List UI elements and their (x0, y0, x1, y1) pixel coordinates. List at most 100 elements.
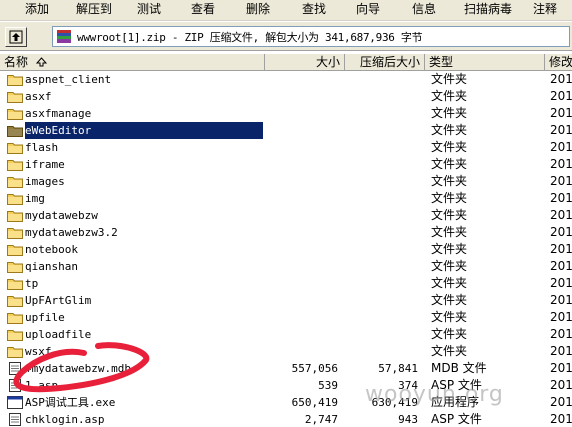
column-name[interactable]: 名称 (0, 54, 265, 71)
file-size (265, 122, 338, 139)
file-name: uploadfile (25, 328, 92, 341)
test-button[interactable]: 测试 (137, 0, 161, 20)
file-size (265, 156, 338, 173)
file-modified: 2014 (550, 191, 572, 205)
file-row[interactable]: tp 文件夹 2015 (0, 275, 572, 292)
file-row[interactable]: iframe 文件夹 2014 (0, 156, 572, 173)
file-type: 文件夹 (431, 225, 468, 239)
up-arrow-icon (9, 30, 23, 44)
file-modified: 2014 (550, 327, 572, 341)
column-modified[interactable]: 修改 (545, 54, 572, 71)
file-modified: 2015 (550, 276, 572, 290)
file-compressed-size (345, 343, 418, 360)
file-row[interactable]: asxf 文件夹 2014 (0, 88, 572, 105)
file-list: aspnet_client文件夹2014asxf文件夹2014asxfmanag… (0, 71, 572, 427)
file-modified: 2014 (550, 106, 572, 120)
folder-icon (7, 347, 23, 358)
file-type: 文件夹 (431, 140, 468, 154)
file-icon (9, 362, 21, 375)
up-folder-button[interactable] (5, 27, 27, 47)
file-size (265, 309, 338, 326)
file-size (265, 207, 338, 224)
file-row[interactable]: mydatawebzw3.2 文件夹 2014 (0, 224, 572, 241)
file-row[interactable]: wsxf 文件夹 2014 (0, 343, 572, 360)
delete-button[interactable]: 删除 (246, 0, 270, 20)
file-modified: 2014 (550, 157, 572, 171)
file-type: 文件夹 (431, 72, 468, 86)
add-button[interactable]: 添加 (25, 0, 49, 20)
info-button[interactable]: 信息 (412, 0, 436, 20)
file-row[interactable]: upfile 文件夹 2015 (0, 309, 572, 326)
file-name: mydatawebzw (25, 209, 98, 222)
file-row[interactable]: mydatawebzw 文件夹 2015 (0, 207, 572, 224)
file-compressed-size (345, 190, 418, 207)
wizard-button[interactable]: 向导 (356, 0, 380, 20)
file-modified: 2014 (550, 395, 572, 409)
file-row[interactable]: flash 文件夹 2014 (0, 139, 572, 156)
file-name: asxfmanage (25, 107, 92, 120)
file-modified: 2014 (550, 72, 572, 86)
file-type: 文件夹 (431, 123, 468, 137)
folder-icon (7, 160, 23, 171)
file-size: 2,747 (304, 413, 338, 426)
file-type: 文件夹 (431, 293, 468, 307)
column-compressed-size[interactable]: 压缩后大小 (345, 54, 425, 71)
file-row[interactable]: notebook 文件夹 2014 (0, 241, 572, 258)
column-type[interactable]: 类型 (425, 54, 545, 71)
folder-icon (7, 296, 23, 307)
file-modified: 2014 (550, 242, 572, 256)
file-row[interactable]: UpFArtGlim 文件夹 2014 (0, 292, 572, 309)
file-type: 文件夹 (431, 242, 468, 256)
file-compressed-size (345, 105, 418, 122)
folder-icon (7, 245, 23, 256)
address-bar: wwwroot[1].zip - ZIP 压缩文件, 解包大小为 341,687… (0, 21, 572, 51)
file-size (265, 292, 338, 309)
file-name: iframe (25, 158, 65, 171)
file-size (265, 241, 338, 258)
folder-icon (7, 126, 23, 137)
column-header: 名称 大小 压缩后大小 类型 修改 (0, 54, 572, 71)
scan-virus-button[interactable]: 扫描病毒 (464, 0, 512, 20)
file-row[interactable]: asxfmanage 文件夹 2014 (0, 105, 572, 122)
file-type: 文件夹 (431, 191, 468, 205)
file-row[interactable]: uploadfile 文件夹 2014 (0, 326, 572, 343)
file-type: 文件夹 (431, 106, 468, 120)
view-button[interactable]: 查看 (191, 0, 215, 20)
extract-to-button[interactable]: 解压到 (76, 0, 112, 20)
file-compressed-size (345, 258, 418, 275)
file-compressed-size (345, 224, 418, 241)
file-row[interactable]: qianshan 文件夹 2014 (0, 258, 572, 275)
file-compressed-size (345, 309, 418, 326)
file-row[interactable]: aspnet_client 文件夹 2014 (0, 71, 572, 88)
file-row[interactable]: img 文件夹 2014 (0, 190, 572, 207)
file-row[interactable]: eWebEditor 文件夹 2014 (0, 122, 572, 139)
file-name: 1.asp (25, 379, 59, 392)
folder-icon (7, 109, 23, 120)
file-name: chklogin.asp (25, 413, 105, 426)
file-name: eWebEditor (25, 122, 263, 139)
file-name: images (25, 175, 65, 188)
archive-path-field[interactable]: wwwroot[1].zip - ZIP 压缩文件, 解包大小为 341,687… (52, 26, 570, 47)
find-button[interactable]: 查找 (302, 0, 326, 20)
file-row[interactable]: images 文件夹 2014 (0, 173, 572, 190)
file-row[interactable]: #mydatawebzw.mdb 557,056 57,841 MDB 文件 2014 (0, 360, 572, 377)
folder-icon (7, 194, 23, 205)
comment-button[interactable]: 注释 (533, 0, 557, 20)
column-size[interactable]: 大小 (265, 54, 345, 71)
file-modified: 2014 (550, 89, 572, 103)
file-name: wsxf (25, 345, 52, 358)
file-compressed-size (345, 326, 418, 343)
file-size (265, 173, 338, 190)
file-modified: 2014 (550, 259, 572, 273)
folder-icon (7, 330, 23, 341)
file-size (265, 258, 338, 275)
file-compressed-size (345, 139, 418, 156)
file-row[interactable]: chklogin.asp 2,747 943 ASP 文件 2014 (0, 411, 572, 427)
folder-icon (7, 143, 23, 154)
file-name: tp (25, 277, 39, 290)
file-name: flash (25, 141, 59, 154)
file-size: 557,056 (291, 362, 338, 375)
file-type: 文件夹 (431, 259, 468, 273)
file-compressed-size (345, 88, 418, 105)
file-modified: 2014 (550, 344, 572, 358)
